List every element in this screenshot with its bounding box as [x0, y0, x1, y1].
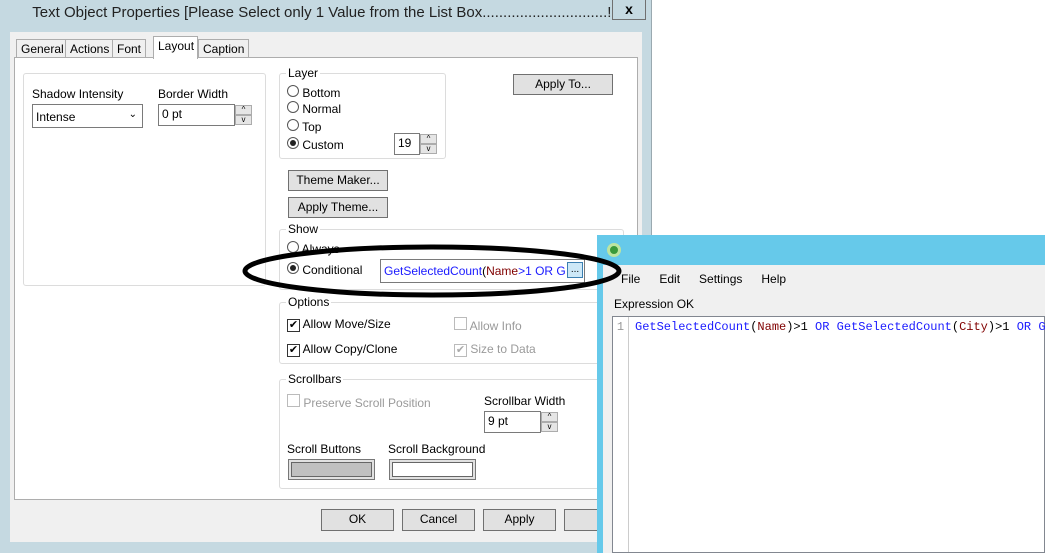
tab-layout[interactable]: Layout — [153, 36, 198, 59]
annotation-ellipse — [242, 244, 622, 298]
